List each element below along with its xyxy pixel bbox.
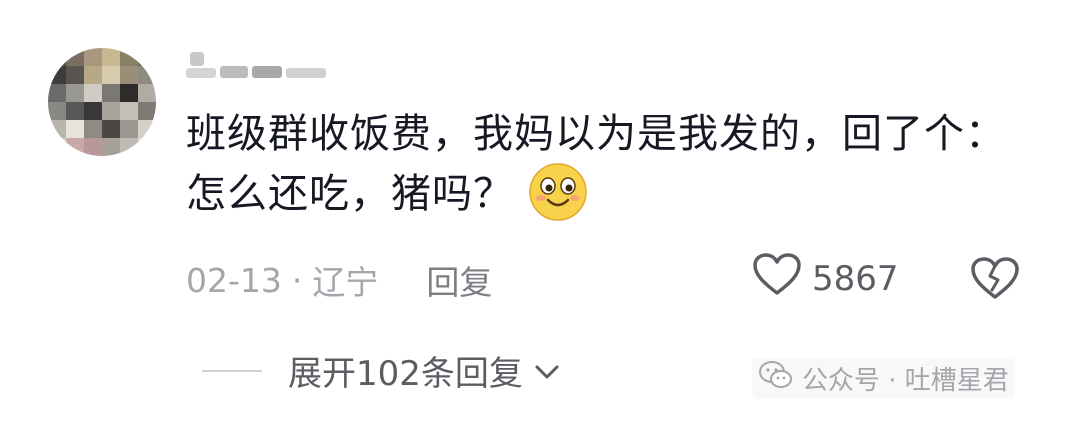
- chevron-down-icon: [533, 351, 561, 391]
- comment-text: 班级群收饭费，我妈以为是我发的，回了个：怎么还吃，猪吗？: [186, 104, 1006, 226]
- heart-icon: [752, 252, 802, 305]
- avatar[interactable]: [48, 48, 156, 156]
- username-blurred[interactable]: [186, 52, 336, 78]
- comment-body: 班级群收饭费，我妈以为是我发的，回了个：怎么还吃，猪吗？: [186, 111, 1006, 217]
- expand-replies-label: 展开102条回复: [288, 354, 523, 394]
- like-count: 5867: [812, 258, 899, 299]
- dislike-button[interactable]: [970, 256, 1020, 304]
- expand-replies-button[interactable]: 展开102条回复: [202, 346, 561, 395]
- watermark-text: 公众号 · 吐槽星君: [802, 366, 1009, 396]
- watermark: 公众号 · 吐槽星君: [752, 358, 1015, 399]
- comment-date: 02-13: [186, 260, 282, 300]
- comment-meta: 02-13 · 辽宁 回复: [186, 256, 492, 304]
- smile-emoji-icon: [528, 162, 588, 222]
- broken-heart-icon: [970, 257, 1020, 304]
- meta-separator: ·: [291, 260, 303, 300]
- divider-line: [202, 369, 262, 372]
- reply-button[interactable]: 回复: [426, 256, 492, 304]
- wechat-icon: [758, 360, 794, 397]
- like-button[interactable]: 5867: [752, 252, 899, 305]
- comment-location: 辽宁: [312, 263, 379, 302]
